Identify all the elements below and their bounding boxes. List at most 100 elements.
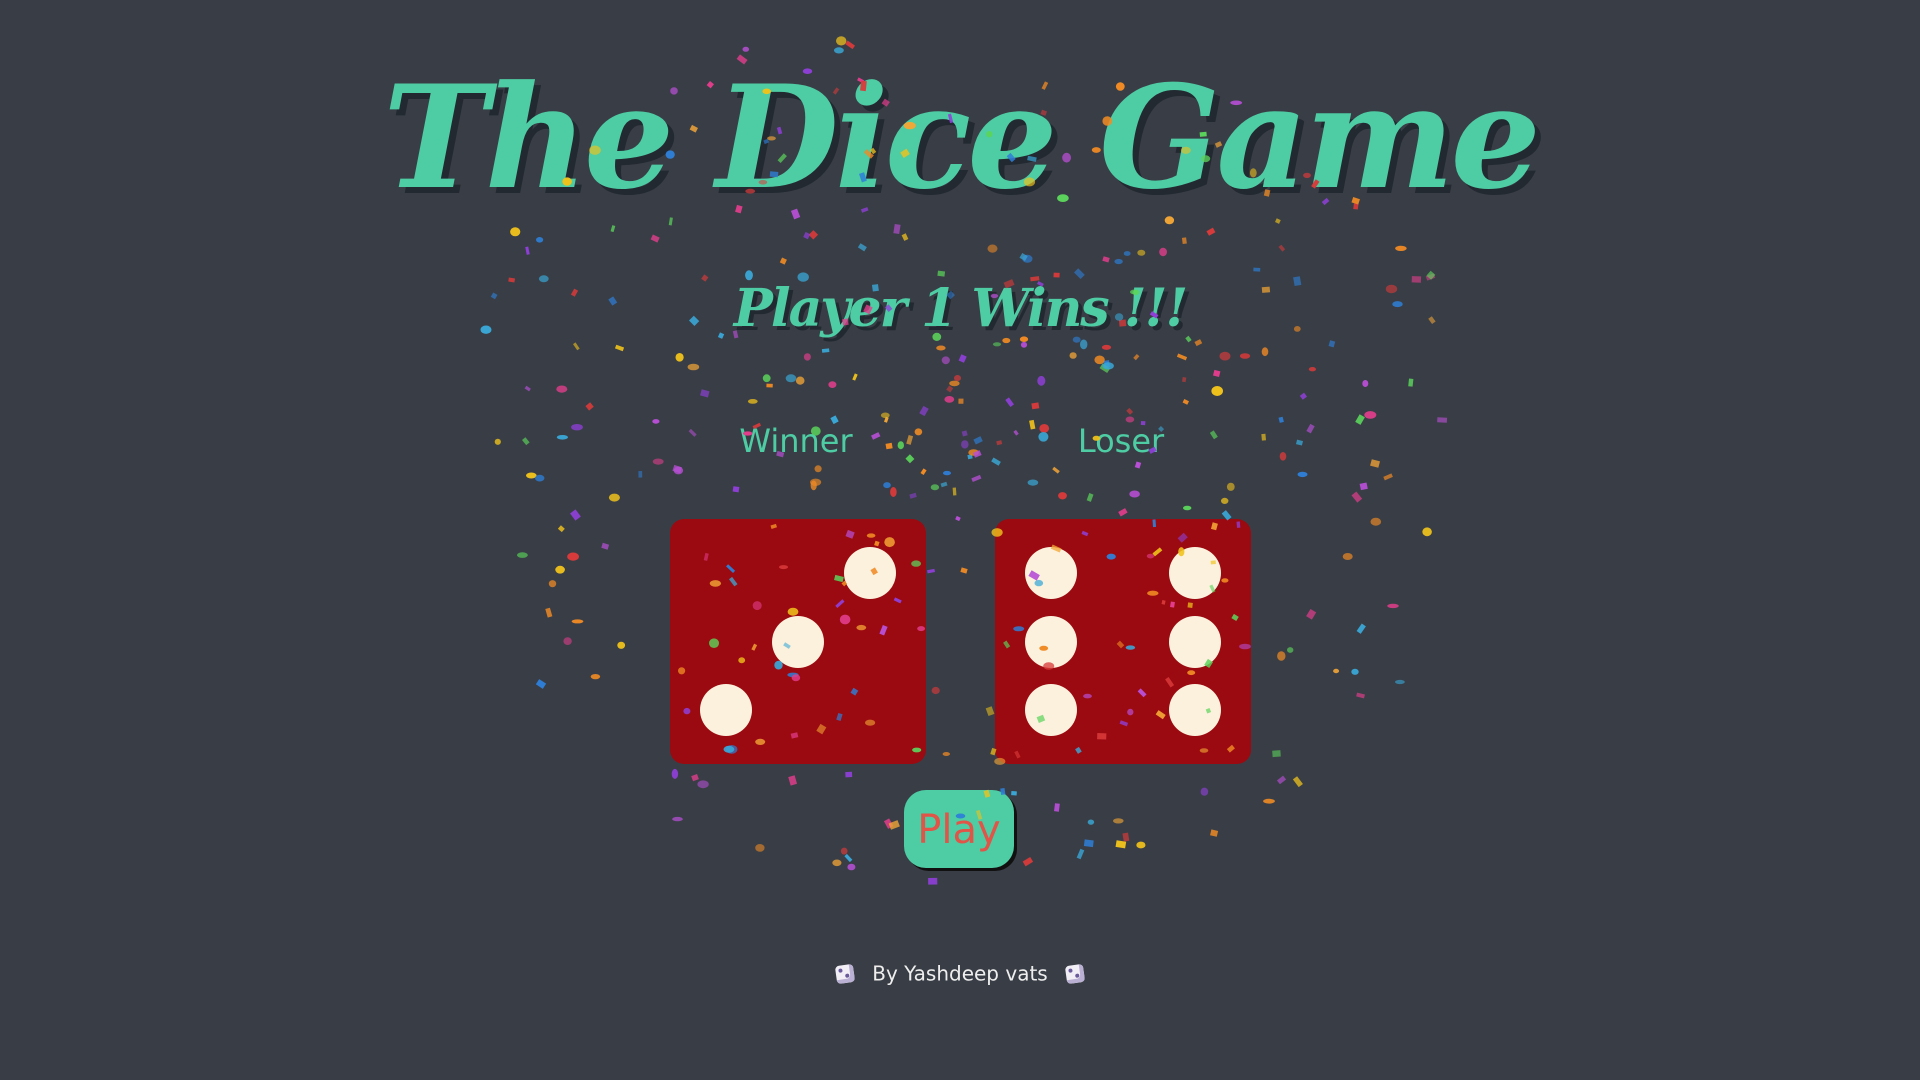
confetti-piece: [525, 246, 530, 255]
confetti-piece: [571, 619, 584, 624]
confetti-piece: [958, 398, 964, 404]
confetti-piece: [836, 36, 847, 46]
confetti-piece: [1102, 256, 1110, 263]
confetti-piece: [1054, 803, 1060, 812]
confetti-piece: [673, 466, 684, 475]
confetti-piece: [972, 450, 982, 458]
confetti-piece: [1069, 352, 1077, 359]
confetti-piece: [927, 568, 936, 574]
confetti-piece: [742, 46, 750, 52]
confetti-piece: [536, 237, 544, 243]
confetti-piece: [1101, 344, 1112, 350]
confetti-piece: [857, 243, 867, 252]
confetti-piece: [526, 472, 537, 479]
confetti-piece: [1359, 482, 1368, 491]
confetti-piece: [1133, 353, 1140, 361]
confetti-piece: [1053, 272, 1060, 278]
confetti-piece: [888, 820, 900, 830]
confetti-piece: [691, 774, 699, 782]
confetti-piece: [1226, 482, 1235, 491]
confetti-piece: [567, 552, 579, 561]
confetti-piece: [557, 525, 565, 533]
confetti-piece: [944, 396, 955, 403]
confetti-piece: [960, 567, 968, 574]
confetti-piece: [810, 480, 817, 491]
confetti-piece: [1027, 479, 1039, 486]
confetti-piece: [1031, 402, 1040, 410]
confetti-piece: [517, 552, 528, 558]
die-pip: [1168, 546, 1221, 599]
confetti-piece: [1118, 508, 1128, 517]
confetti-piece: [967, 454, 973, 460]
confetti-piece: [1383, 473, 1393, 481]
confetti-piece: [608, 493, 620, 502]
confetti-piece: [1287, 647, 1294, 653]
confetti-piece: [671, 768, 679, 779]
confetti-piece: [1080, 339, 1088, 350]
confetti-piece: [1076, 848, 1085, 860]
confetti-piece: [1005, 397, 1014, 407]
confetti-piece: [1277, 651, 1286, 661]
confetti-piece: [1182, 399, 1189, 405]
confetti-piece: [1102, 362, 1114, 370]
confetti-piece: [785, 374, 797, 383]
confetti-piece: [1306, 423, 1315, 434]
confetti-piece: [1159, 247, 1167, 257]
confetti-piece: [810, 478, 822, 486]
confetti-piece: [687, 363, 700, 371]
confetti-piece: [1364, 411, 1377, 419]
confetti-piece: [803, 231, 811, 240]
confetti-piece: [920, 468, 927, 476]
confetti-piece: [1176, 353, 1188, 361]
confetti-piece: [1437, 417, 1448, 423]
confetti-piece: [961, 440, 969, 449]
confetti-piece: [1019, 253, 1028, 262]
confetti-piece: [1263, 798, 1275, 804]
die-pip: [1168, 684, 1221, 737]
confetti-piece: [890, 487, 897, 497]
confetti-piece: [1387, 603, 1399, 609]
dice-icon: [834, 963, 856, 984]
confetti-piece: [943, 470, 951, 476]
confetti-piece: [1261, 433, 1266, 441]
confetti-piece: [652, 419, 660, 424]
confetti-piece: [1299, 392, 1307, 400]
confetti-piece: [675, 353, 684, 362]
confetti-piece: [1395, 679, 1405, 685]
confetti-piece: [931, 686, 940, 695]
confetti-piece: [1295, 439, 1304, 446]
die-pip: [843, 546, 896, 599]
confetti-piece: [840, 847, 848, 855]
confetti-piece: [901, 233, 909, 241]
confetti-piece: [1219, 351, 1231, 361]
confetti-piece: [814, 465, 822, 473]
confetti-piece: [1194, 339, 1203, 347]
confetti-piece: [610, 225, 616, 233]
confetti-piece: [590, 674, 601, 680]
confetti-piece: [672, 816, 683, 822]
confetti-piece: [909, 492, 917, 499]
confetti-piece: [949, 380, 960, 387]
confetti-piece: [795, 376, 805, 385]
confetti-piece: [1261, 347, 1269, 357]
confetti-piece: [1210, 829, 1219, 837]
confetti-piece: [1422, 527, 1432, 537]
confetti-piece: [585, 402, 594, 411]
confetti-piece: [952, 487, 957, 496]
confetti-piece: [1408, 378, 1414, 387]
confetti-piece: [1113, 818, 1124, 824]
confetti-piece: [1356, 692, 1365, 699]
confetti-piece: [1011, 791, 1017, 796]
confetti-piece: [779, 257, 787, 265]
confetti-piece: [1221, 497, 1229, 504]
confetti-piece: [883, 818, 894, 829]
confetti-piece: [672, 464, 683, 474]
confetti-piece: [808, 230, 819, 240]
confetti-piece: [555, 565, 565, 574]
confetti-piece: [1211, 386, 1223, 396]
confetti-piece: [1183, 505, 1192, 511]
confetti-piece: [510, 227, 521, 237]
confetti-piece: [766, 383, 773, 388]
play-button[interactable]: Play: [904, 790, 1014, 868]
confetti-piece: [755, 844, 765, 852]
